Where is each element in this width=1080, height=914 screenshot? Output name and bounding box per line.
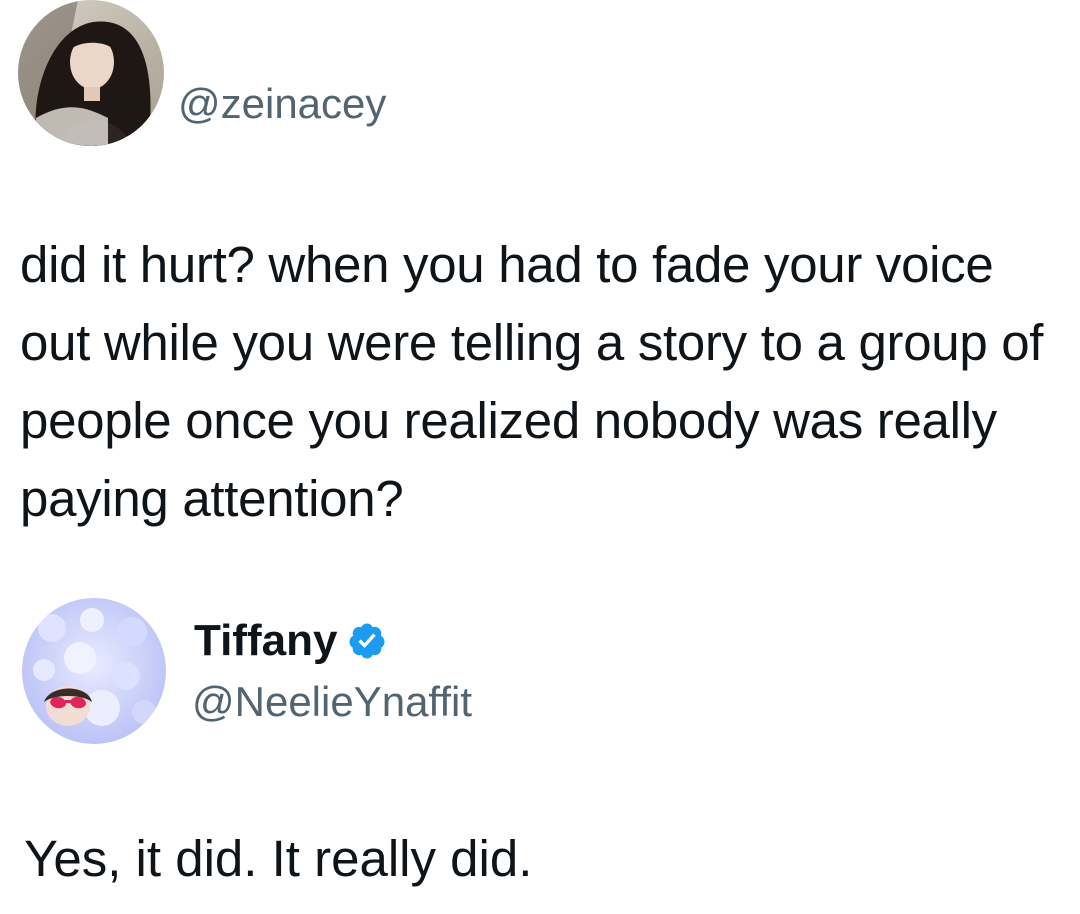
reply-text: Yes, it did. It really did. [24, 830, 533, 887]
tweet-text: did it hurt? when you had to fade your v… [20, 236, 1044, 527]
reply-author-row: Tiffany [194, 612, 387, 670]
author-display-name[interactable]: Tiffany [194, 612, 337, 670]
tiffany-avatar[interactable] [22, 598, 166, 744]
reply-author-handle[interactable]: @NeelieYnaffit [192, 674, 472, 730]
verified-badge-icon [347, 621, 387, 661]
zeinacey-avatar[interactable] [18, 0, 164, 146]
author-handle[interactable]: @zeinacey [178, 76, 386, 132]
